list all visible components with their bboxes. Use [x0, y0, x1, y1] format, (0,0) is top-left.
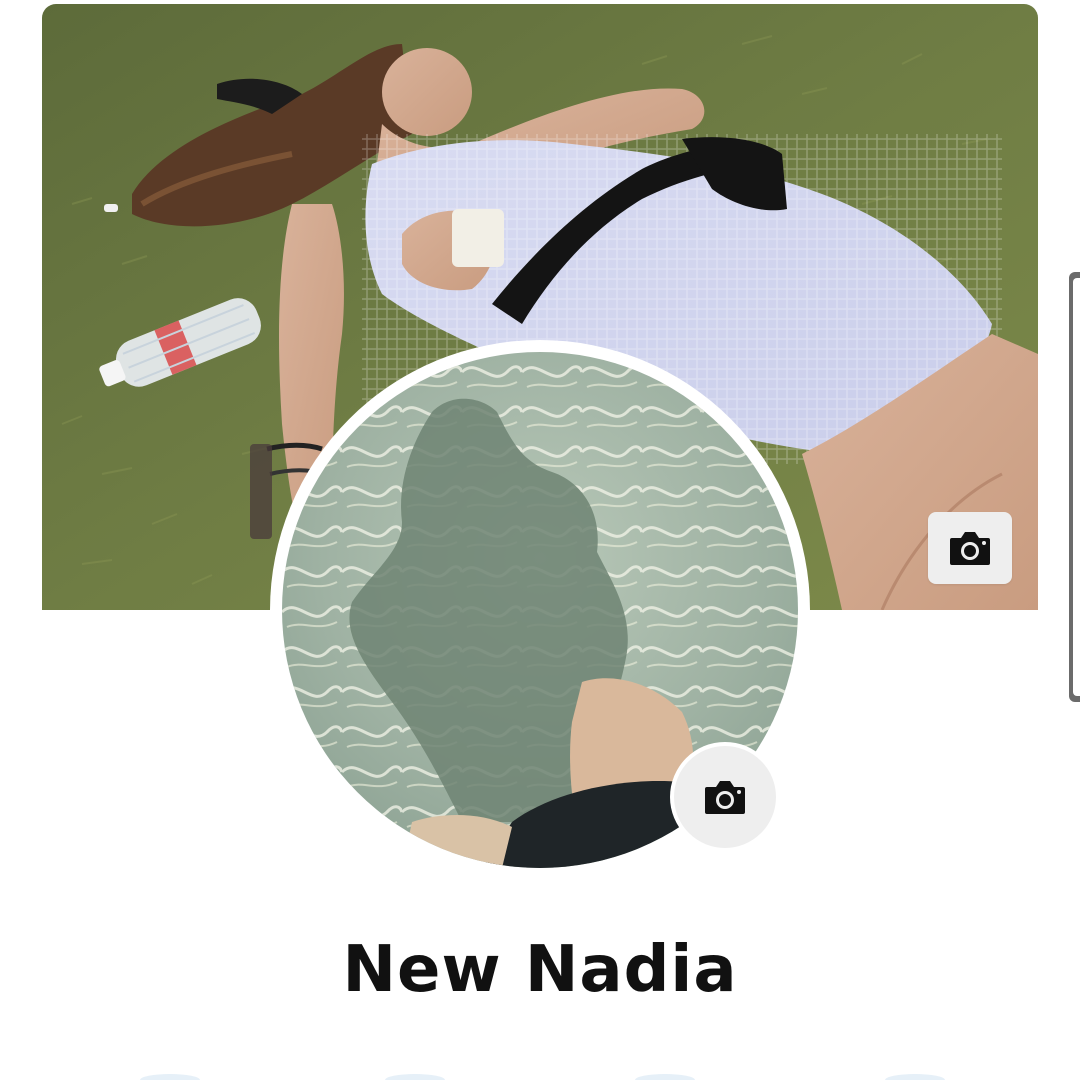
camera-button-surface: [674, 746, 776, 848]
hint-dot: [385, 1074, 445, 1080]
hint-dot: [635, 1074, 695, 1080]
camera-icon: [950, 532, 990, 565]
camera-icon: [705, 781, 745, 814]
next-row-hint: [0, 1070, 1080, 1080]
cover-photo-camera-button[interactable]: [928, 512, 1012, 584]
hint-dot: [140, 1074, 200, 1080]
hint-dot: [885, 1074, 945, 1080]
profile-picture-camera-button[interactable]: [670, 742, 780, 852]
scrollbar-handle[interactable]: [1069, 272, 1080, 702]
profile-page: New Nadia: [0, 0, 1080, 1080]
profile-name: New Nadia: [342, 933, 738, 1007]
